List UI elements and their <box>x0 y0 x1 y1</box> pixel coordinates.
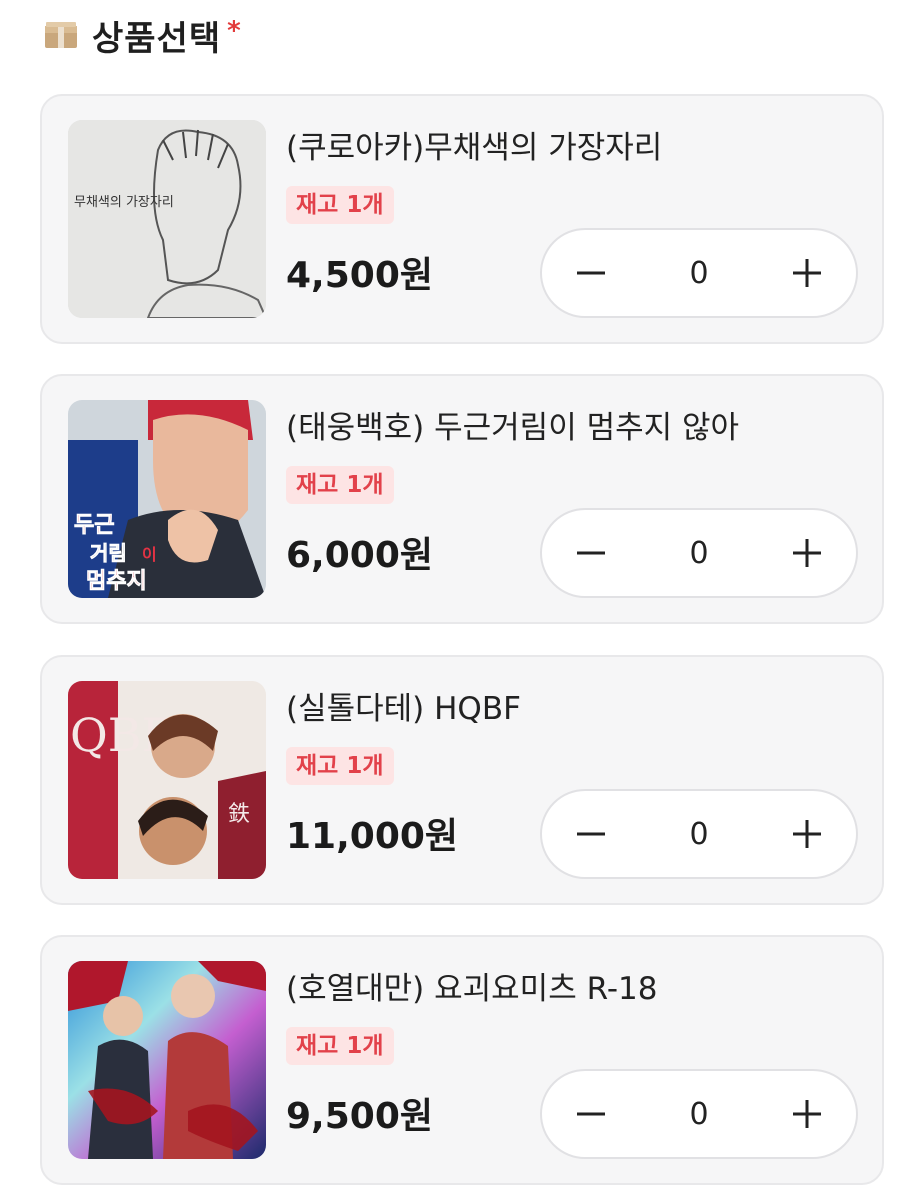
svg-text:거림: 거림 <box>90 541 127 565</box>
quantity-value[interactable]: 0 <box>679 817 719 852</box>
decrease-button[interactable] <box>568 1091 614 1137</box>
svg-text:멈추지: 멈추지 <box>86 569 147 594</box>
increase-button[interactable] <box>784 250 830 296</box>
quantity-value[interactable]: 0 <box>679 536 719 571</box>
product-price: 6,000원 <box>286 535 433 576</box>
product-thumbnail <box>68 961 266 1159</box>
required-mark: * <box>227 16 241 46</box>
decrease-button[interactable] <box>568 811 614 857</box>
quantity-value[interactable]: 0 <box>679 256 719 291</box>
cover-image <box>68 961 266 1159</box>
plus-icon <box>793 259 821 287</box>
product-card: QBF 鉄 (실톨다테) HQBF 재고 1개 11,000원 0 <box>40 655 884 905</box>
decrease-button[interactable] <box>568 530 614 576</box>
product-card: 두근 거림 이 멈추지 (태웅백호) 두근거림이 멈추지 않아 재고 1개 6,… <box>40 374 884 624</box>
plus-icon <box>793 539 821 567</box>
plus-icon <box>793 820 821 848</box>
cover-image: 두근 거림 이 멈추지 <box>68 400 266 598</box>
product-title: (실톨다테) HQBF <box>286 691 521 727</box>
quantity-stepper: 0 <box>540 789 858 879</box>
quantity-stepper: 0 <box>540 1069 858 1159</box>
product-thumbnail: 무채색의 가장자리 <box>68 120 266 318</box>
stock-badge: 재고 1개 <box>286 747 394 785</box>
increase-button[interactable] <box>784 530 830 576</box>
product-title: (쿠로아카)무채색의 가장자리 <box>286 130 663 166</box>
quantity-stepper: 0 <box>540 228 858 318</box>
product-price: 4,500원 <box>286 255 433 296</box>
decrease-button[interactable] <box>568 250 614 296</box>
cover-text: 무채색의 가장자리 <box>74 195 174 210</box>
svg-text:이: 이 <box>142 545 157 564</box>
cover-image: 무채색의 가장자리 <box>68 120 266 318</box>
stock-badge: 재고 1개 <box>286 1027 394 1065</box>
svg-text:두근: 두근 <box>74 513 114 538</box>
product-thumbnail: QBF 鉄 <box>68 681 266 879</box>
increase-button[interactable] <box>784 811 830 857</box>
minus-icon <box>577 551 605 555</box>
product-card: 무채색의 가장자리 (쿠로아카)무채색의 가장자리 재고 1개 4,500원 0 <box>40 94 884 344</box>
minus-icon <box>577 832 605 836</box>
plus-icon <box>793 1100 821 1128</box>
product-card: (호열대만) 요괴요미츠 R-18 재고 1개 9,500원 0 <box>40 935 884 1185</box>
product-title: (호열대만) 요괴요미츠 R-18 <box>286 971 658 1007</box>
quantity-value[interactable]: 0 <box>679 1097 719 1132</box>
stock-badge: 재고 1개 <box>286 186 394 224</box>
product-thumbnail: 두근 거림 이 멈추지 <box>68 400 266 598</box>
box-icon <box>45 22 77 48</box>
quantity-stepper: 0 <box>540 508 858 598</box>
section-header: 상품선택 * <box>44 10 241 60</box>
product-price: 9,500원 <box>286 1096 433 1137</box>
product-title: (태웅백호) 두근거림이 멈추지 않아 <box>286 410 740 446</box>
product-price: 11,000원 <box>286 816 459 857</box>
section-title: 상품선택 <box>92 18 222 59</box>
stock-badge: 재고 1개 <box>286 466 394 504</box>
minus-icon <box>577 271 605 275</box>
increase-button[interactable] <box>784 1091 830 1137</box>
cover-image: QBF 鉄 <box>68 681 266 879</box>
svg-text:鉄: 鉄 <box>228 802 250 827</box>
minus-icon <box>577 1112 605 1116</box>
